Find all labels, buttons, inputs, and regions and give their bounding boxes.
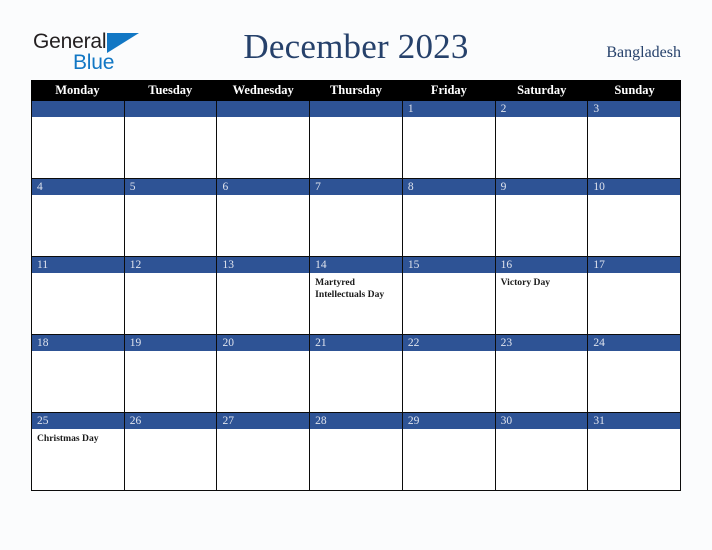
calendar-day-cell-2[interactable]: 2	[495, 101, 589, 178]
calendar-day-cell-15[interactable]: 15	[402, 257, 496, 334]
weekday-header-saturday: Saturday	[517, 83, 567, 97]
day-number: 11	[32, 257, 124, 273]
holiday-label: Christmas Day	[37, 433, 99, 444]
calendar-week-row: 18 19 20 21 22 23 24	[31, 335, 682, 413]
calendar-day-cell-30[interactable]: 30	[495, 413, 589, 490]
calendar-day-cell-26[interactable]: 26	[124, 413, 218, 490]
day-number: 28	[310, 413, 402, 429]
day-number	[217, 101, 310, 117]
calendar-day-cell-29[interactable]: 29	[402, 413, 496, 490]
weekday-header-row: Monday Tuesday Wednesday Thursday Friday Satu…	[31, 80, 681, 101]
calendar-grid: Monday Tuesday Wednesday Thursday Friday Satu…	[31, 80, 682, 491]
day-number: 27	[217, 413, 310, 429]
calendar-day-cell-19[interactable]: 19	[124, 335, 218, 412]
weekday-header-friday: Friday	[430, 83, 467, 97]
day-events: Christmas Day	[32, 429, 124, 445]
calendar-day-cell-27[interactable]: 27	[217, 413, 311, 490]
calendar-day-cell-14[interactable]: 14 Martyred Intellectuals Day	[310, 257, 403, 334]
day-number: 22	[402, 335, 495, 351]
weekday-header-monday: Monday	[55, 83, 100, 97]
weekday-header-thursday: Thursday	[329, 83, 383, 97]
calendar-day-cell-9[interactable]: 9	[495, 179, 589, 256]
calendar-day-cell-empty[interactable]	[310, 101, 403, 178]
day-number	[124, 101, 217, 117]
calendar-week-row: 11 12 13 14 Martyred Intellectuals Day 15 16 Vi…	[31, 257, 682, 335]
calendar-day-cell-6[interactable]: 6	[217, 179, 311, 256]
calendar-day-cell-8[interactable]: 8	[402, 179, 496, 256]
holiday-label: Victory Day	[500, 277, 551, 288]
day-number: 2	[495, 101, 588, 117]
day-events: Victory Day	[496, 273, 588, 289]
calendar-day-cell-empty[interactable]	[217, 101, 311, 178]
day-number: 3	[588, 101, 681, 117]
day-number: 25	[32, 413, 124, 429]
day-number: 9	[495, 179, 588, 195]
day-number: 19	[124, 335, 217, 351]
day-number: 4	[32, 179, 124, 195]
calendar-day-cell-18[interactable]: 18	[31, 335, 125, 412]
calendar-day-cell-20[interactable]: 20	[217, 335, 311, 412]
day-number: 7	[310, 179, 402, 195]
country-label: Bangladesh	[606, 44, 681, 61]
weekday-header-sunday: Sunday	[614, 83, 655, 97]
calendar-day-cell-23[interactable]: 23	[495, 335, 589, 412]
calendar-page: General Blue December 2023 Bangladesh Mo…	[0, 0, 712, 550]
day-number: 21	[310, 335, 402, 351]
day-number: 18	[32, 335, 124, 351]
calendar-week-row: 4 5 6 7 8 9 10	[31, 179, 682, 257]
day-number: 15	[402, 257, 495, 273]
day-number: 31	[588, 413, 681, 429]
day-number	[310, 101, 402, 117]
calendar-day-cell-31[interactable]: 31	[588, 413, 682, 490]
calendar-day-cell-1[interactable]: 1	[402, 101, 496, 178]
calendar-day-cell-17[interactable]: 17	[588, 257, 682, 334]
calendar-day-cell-12[interactable]: 12	[124, 257, 218, 334]
calendar-day-cell-11[interactable]: 11	[31, 257, 125, 334]
calendar-day-cell-22[interactable]: 22	[402, 335, 496, 412]
calendar-day-cell-16[interactable]: 16 Victory Day	[495, 257, 589, 334]
weekday-header-wednesday: Wednesday	[232, 83, 294, 97]
calendar-day-cell-5[interactable]: 5	[124, 179, 218, 256]
day-number: 26	[124, 413, 217, 429]
calendar-day-cell-28[interactable]: 28	[310, 413, 403, 490]
day-number: 17	[588, 257, 681, 273]
calendar-day-cell-4[interactable]: 4	[31, 179, 125, 256]
weekday-header-tuesday: Tuesday	[148, 83, 193, 97]
calendar-day-cell-empty[interactable]	[31, 101, 125, 178]
day-events: Martyred Intellectuals Day	[310, 273, 402, 300]
holiday-label: Martyred Intellectuals Day	[315, 277, 385, 300]
day-number: 5	[124, 179, 217, 195]
calendar-day-cell-7[interactable]: 7	[310, 179, 403, 256]
calendar-day-cell-3[interactable]: 3	[588, 101, 682, 178]
day-number: 6	[217, 179, 310, 195]
day-number: 29	[402, 413, 495, 429]
calendar-day-cell-24[interactable]: 24	[588, 335, 682, 412]
calendar-week-row: 123	[31, 101, 682, 179]
day-number: 30	[495, 413, 588, 429]
day-number: 20	[217, 335, 310, 351]
calendar-week-row: 25 Christmas Day 26 27 28 29 30 31	[31, 413, 682, 491]
calendar-day-cell-13[interactable]: 13	[217, 257, 311, 334]
calendar-day-cell-25[interactable]: 25 Christmas Day	[31, 413, 125, 490]
page-title: December 2023	[243, 27, 469, 66]
day-number: 24	[588, 335, 681, 351]
day-number: 23	[495, 335, 588, 351]
day-number: 13	[217, 257, 310, 273]
page-header: General Blue December 2023 Bangladesh	[0, 0, 712, 80]
day-number: 10	[588, 179, 681, 195]
day-number: 12	[124, 257, 217, 273]
day-number: 1	[402, 101, 495, 117]
day-number: 16	[495, 257, 588, 273]
calendar-day-cell-10[interactable]: 10	[588, 179, 682, 256]
day-number: 8	[402, 179, 495, 195]
calendar-weeks: 1 2 3 4 5 6 7 8 9 10 11 12 13 14 Martyred Intellectual…	[31, 101, 682, 491]
calendar-day-cell-21[interactable]: 21	[310, 335, 403, 412]
day-number: 14	[310, 257, 402, 273]
day-number	[32, 101, 124, 117]
calendar-day-cell-empty[interactable]	[124, 101, 218, 178]
